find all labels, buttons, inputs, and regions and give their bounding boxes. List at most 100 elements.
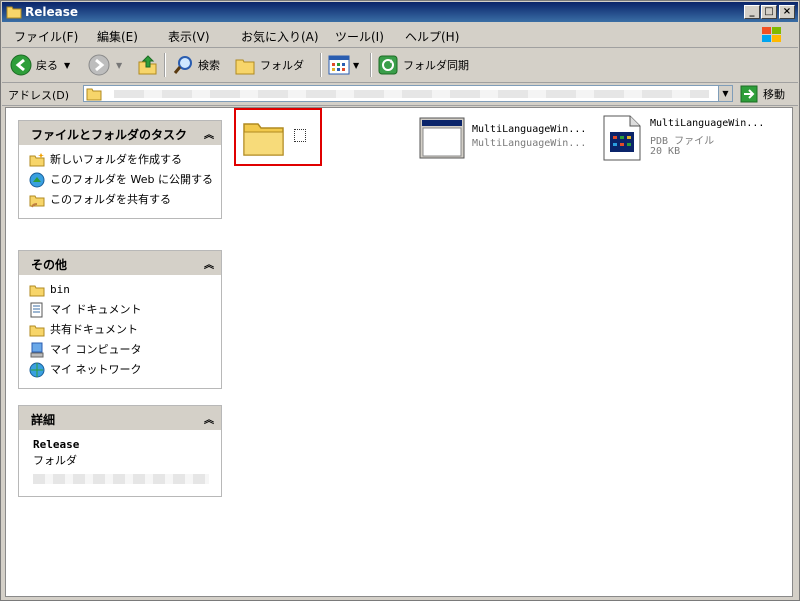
address-input[interactable] bbox=[83, 85, 733, 102]
menu-edit[interactable]: 編集(E) bbox=[97, 28, 138, 45]
window-title: Release bbox=[25, 5, 79, 19]
back-arrow-icon bbox=[10, 54, 32, 76]
dropdown-arrow-icon[interactable]: ▼ bbox=[64, 61, 70, 70]
dropdown-arrow-icon[interactable]: ▼ bbox=[116, 61, 122, 70]
menu-bar: ファイル(F) 編集(E) 表示(V) お気に入り(A) ツール(I) ヘルプ(… bbox=[2, 23, 798, 48]
redacted-text bbox=[33, 474, 209, 484]
documents-icon bbox=[30, 302, 43, 318]
folder-icon bbox=[29, 325, 45, 337]
place-my-documents[interactable]: マイ ドキュメント bbox=[29, 302, 213, 318]
forward-arrow-icon bbox=[88, 54, 110, 76]
details-title: 詳細 bbox=[31, 413, 56, 427]
collapse-chevron-icon[interactable]: ︽ bbox=[204, 126, 214, 141]
toolbar-separator bbox=[370, 53, 372, 77]
folders-label: フォルダ bbox=[260, 59, 304, 72]
pdb-file-size: 20 KB bbox=[650, 146, 681, 157]
go-button[interactable]: 移動 bbox=[740, 85, 785, 103]
task-new-folder-label: 新しいフォルダを作成する bbox=[50, 153, 182, 166]
back-label: 戻る bbox=[36, 59, 58, 72]
tasks-panel-header[interactable]: ファイルとフォルダのタスク ︽ bbox=[19, 121, 221, 145]
details-redacted bbox=[33, 468, 213, 486]
title-bar[interactable]: Release _ □ × bbox=[2, 2, 798, 22]
other-places-title: その他 bbox=[31, 258, 68, 272]
application-window-icon bbox=[419, 117, 465, 159]
back-button[interactable]: 戻る ▼ bbox=[10, 53, 70, 77]
other-places-body: bin マイ ドキュメント 共有ドキュメント マイ コンピュータ マイ ネットワ… bbox=[19, 275, 221, 388]
place-my-network[interactable]: マイ ネットワーク bbox=[29, 362, 213, 378]
folder-sync-label: フォルダ同期 bbox=[403, 59, 469, 72]
place-my-network-label: マイ ネットワーク bbox=[50, 363, 142, 376]
pdb-file-name: MultiLanguageWin... bbox=[650, 118, 765, 129]
menu-file[interactable]: ファイル(F) bbox=[14, 28, 78, 45]
folder-sync-button[interactable]: フォルダ同期 bbox=[377, 53, 469, 77]
go-arrow-icon bbox=[740, 85, 758, 103]
toolbar-separator bbox=[320, 53, 322, 77]
tasks-panel: ファイルとフォルダのタスク ︽ 新しいフォルダを作成する このフォルダを Web… bbox=[18, 120, 222, 219]
folder-icon bbox=[6, 6, 22, 19]
folder-icon bbox=[29, 285, 45, 297]
place-bin-label: bin bbox=[50, 283, 70, 296]
task-share-folder[interactable]: このフォルダを共有する bbox=[29, 192, 213, 208]
explorer-window: Release _ □ × ファイル(F) 編集(E) 表示(V) お気に入り(… bbox=[0, 0, 800, 601]
folder-item[interactable] bbox=[242, 118, 306, 161]
menu-view[interactable]: 表示(V) bbox=[168, 28, 210, 45]
toolbar-separator bbox=[164, 53, 166, 77]
other-places-panel: その他 ︽ bin マイ ドキュメント 共有ドキュメント マイ コンピュータ マ… bbox=[18, 250, 222, 389]
folders-button[interactable]: フォルダ bbox=[234, 53, 304, 77]
rename-textbox[interactable] bbox=[294, 129, 306, 142]
task-share-folder-label: このフォルダを共有する bbox=[50, 193, 171, 206]
address-bar: アドレス(D) ▼ 移動 bbox=[2, 83, 798, 106]
collapse-chevron-icon[interactable]: ︽ bbox=[204, 256, 214, 271]
search-button[interactable]: 検索 bbox=[172, 53, 220, 77]
views-icon bbox=[328, 55, 350, 75]
place-my-computer-label: マイ コンピュータ bbox=[50, 343, 142, 356]
folders-icon bbox=[235, 59, 255, 75]
menu-tools[interactable]: ツール(I) bbox=[335, 28, 384, 45]
menu-help[interactable]: ヘルプ(H) bbox=[405, 28, 459, 45]
up-folder-icon bbox=[138, 55, 157, 75]
tasks-panel-body: 新しいフォルダを作成する このフォルダを Web に公開する このフォルダを共有… bbox=[19, 145, 221, 218]
go-label: 移動 bbox=[763, 88, 785, 101]
search-label: 検索 bbox=[198, 59, 220, 72]
place-shared-documents-label: 共有ドキュメント bbox=[50, 323, 138, 336]
search-icon bbox=[173, 56, 192, 74]
web-publish-icon bbox=[29, 172, 45, 188]
up-folder-button[interactable] bbox=[137, 53, 159, 77]
dropdown-arrow-icon[interactable]: ▼ bbox=[353, 61, 359, 70]
exe-file-name: MultiLanguageWin... bbox=[472, 124, 587, 135]
new-folder-icon bbox=[29, 153, 45, 167]
pdb-file-icon bbox=[603, 115, 641, 161]
place-shared-documents[interactable]: 共有ドキュメント bbox=[29, 322, 213, 338]
toolbar: 戻る ▼ ▼ 検索 フォルダ ▼ フォルダ同期 bbox=[2, 48, 798, 83]
computer-icon bbox=[30, 342, 44, 358]
folder-icon bbox=[243, 123, 284, 156]
menu-favorites[interactable]: お気に入り(A) bbox=[241, 28, 319, 45]
share-folder-icon bbox=[29, 195, 45, 208]
address-dropdown-button[interactable]: ▼ bbox=[718, 85, 733, 102]
exe-file-item[interactable]: MultiLanguageWin... MultiLanguageWin... bbox=[418, 116, 586, 163]
details-name: Release bbox=[33, 438, 80, 451]
network-icon bbox=[29, 362, 45, 378]
exe-file-desc: MultiLanguageWin... bbox=[472, 138, 587, 149]
place-bin[interactable]: bin bbox=[29, 282, 213, 298]
tasks-panel-title: ファイルとフォルダのタスク bbox=[31, 128, 188, 142]
address-label: アドレス(D) bbox=[8, 89, 70, 102]
address-path-redacted bbox=[114, 90, 709, 98]
folder-icon bbox=[86, 88, 102, 101]
task-new-folder[interactable]: 新しいフォルダを作成する bbox=[29, 152, 213, 168]
details-type: フォルダ bbox=[33, 454, 77, 467]
pdb-file-item[interactable]: MultiLanguageWin... PDB ファイル 20 KB bbox=[602, 114, 764, 165]
sync-icon bbox=[378, 55, 398, 75]
details-body: Release フォルダ bbox=[19, 430, 221, 496]
close-button[interactable]: × bbox=[779, 5, 795, 19]
content-area: ファイルとフォルダのタスク ︽ 新しいフォルダを作成する このフォルダを Web… bbox=[5, 107, 793, 597]
place-my-computer[interactable]: マイ コンピュータ bbox=[29, 342, 213, 358]
forward-button[interactable]: ▼ bbox=[88, 53, 122, 77]
details-header[interactable]: 詳細 ︽ bbox=[19, 406, 221, 430]
other-places-header[interactable]: その他 ︽ bbox=[19, 251, 221, 275]
task-web-publish[interactable]: このフォルダを Web に公開する bbox=[29, 172, 213, 188]
minimize-button[interactable]: _ bbox=[744, 5, 760, 19]
maximize-button[interactable]: □ bbox=[761, 5, 777, 19]
views-button[interactable]: ▼ bbox=[328, 53, 359, 77]
collapse-chevron-icon[interactable]: ︽ bbox=[204, 411, 214, 426]
